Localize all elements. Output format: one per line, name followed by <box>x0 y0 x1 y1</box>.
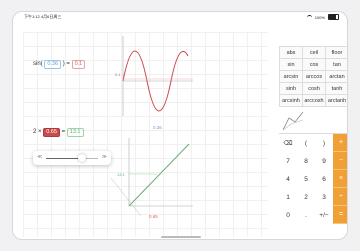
slider-knob[interactable] <box>78 154 87 162</box>
keypad-key[interactable]: ⌫ <box>279 134 297 152</box>
slider-track[interactable] <box>46 157 98 159</box>
tablet-screen: 下午1:12 4月6日周三 100% sin( 0.36 ) = 0.1 0.1… <box>12 11 348 240</box>
linear-expression[interactable]: 2 × 0.65 = 13.1 <box>33 128 84 137</box>
equals-sign-2: = <box>61 129 66 135</box>
connector-line <box>110 177 142 217</box>
function-key-cosh[interactable]: cosh <box>303 83 326 95</box>
function-key-arcsinh[interactable]: arcsinh <box>280 95 303 107</box>
function-key-arctanh[interactable]: arctanh <box>326 95 347 107</box>
battery-percent: 100% <box>314 14 325 20</box>
keypad-key[interactable]: 5 <box>297 170 315 188</box>
keypad-key[interactable]: 3 <box>315 188 333 206</box>
sin-expression[interactable]: sin( 0.36 ) = 0.1 <box>33 60 86 69</box>
slider-fill <box>46 157 83 159</box>
value-slider-popup[interactable]: ≪ ≫ <box>33 151 111 165</box>
graph-thumbnail[interactable] <box>279 107 347 134</box>
function-grid: abs ceil floor sin cos tan arcsin arccos arctan s… <box>279 46 347 107</box>
status-time: 下午1:12 4月6日周三 <box>24 14 61 20</box>
operator-key[interactable]: = <box>333 206 347 224</box>
function-key-cos[interactable]: cos <box>303 59 326 71</box>
function-key-arctan[interactable]: arctan <box>326 71 347 83</box>
increase-icon[interactable]: ≫ <box>102 154 107 160</box>
keypad-key[interactable]: 7 <box>279 152 297 170</box>
function-key-floor[interactable]: floor <box>326 47 347 59</box>
coefficient: 2 <box>33 129 37 135</box>
status-bar: 下午1:12 4月6日周三 100% <box>13 12 347 21</box>
x-tick-label-2: 0.65 <box>149 214 158 219</box>
function-key-abs[interactable]: abs <box>280 47 303 59</box>
linear-line <box>128 143 190 207</box>
date-text: 4月6日周三 <box>40 14 62 19</box>
times-sign: × <box>38 129 42 135</box>
sine-graph[interactable]: 0.1 0.36 <box>113 36 193 136</box>
status-right: 100% <box>306 14 339 20</box>
wifi-icon <box>306 14 312 20</box>
keypad-key[interactable]: +/− <box>315 206 333 224</box>
keypad-key[interactable]: 4 <box>279 170 297 188</box>
keypad-key[interactable]: ( <box>297 134 315 152</box>
function-key-sinh[interactable]: sinh <box>280 83 303 95</box>
keypad-key[interactable]: 2 <box>297 188 315 206</box>
battery-icon <box>328 14 339 20</box>
y-tick-label: 0.1 <box>115 72 121 77</box>
keypad-key[interactable]: ) <box>315 134 333 152</box>
home-indicator <box>161 236 201 238</box>
close-paren: ) <box>62 61 65 67</box>
sin-argument-input[interactable]: 0.36 <box>44 60 62 69</box>
function-key-arccosh[interactable]: arccosh <box>303 95 326 107</box>
function-keyboard: abs ceil floor sin cos tan arcsin arccos arctan s… <box>279 46 347 239</box>
keypad-key[interactable]: 8 <box>297 152 315 170</box>
keypad-key[interactable]: 0 <box>279 206 297 224</box>
equals-sign: = <box>66 61 70 67</box>
function-key-sin[interactable]: sin <box>280 59 303 71</box>
device-frame: 下午1:12 4月6日周三 100% sin( 0.36 ) = 0.1 0.1… <box>0 0 360 251</box>
decrease-icon[interactable]: ≪ <box>37 154 42 160</box>
time-text: 下午1:12 <box>24 14 40 19</box>
keypad-key[interactable]: 6 <box>315 170 333 188</box>
keypad-key[interactable]: . <box>297 206 315 224</box>
x-tick-label: 0.36 <box>153 125 162 130</box>
function-key-arccos[interactable]: arccos <box>303 71 326 83</box>
keypad-key[interactable]: 9 <box>315 152 333 170</box>
linear-result: 13.1 <box>66 128 84 137</box>
numeric-keypad: ⌫() +7 8 9− 4 5 6 × 1 2 3 ÷ 0. +/− = <box>279 134 347 224</box>
operator-key[interactable]: × <box>333 170 347 188</box>
function-key-tan[interactable]: tan <box>326 59 347 71</box>
sin-function-label: sin( <box>33 61 43 67</box>
function-key-tanh[interactable]: tanh <box>326 83 347 95</box>
operator-key[interactable]: − <box>333 152 347 170</box>
operator-key[interactable]: + <box>333 134 347 152</box>
keypad-key[interactable]: 1 <box>279 188 297 206</box>
sin-result: 0.1 <box>71 60 86 69</box>
function-key-ceil[interactable]: ceil <box>303 47 326 59</box>
operator-key[interactable]: ÷ <box>333 188 347 206</box>
linear-argument-input[interactable]: 0.65 <box>43 128 60 137</box>
linear-graph[interactable]: 13.1 0.65 <box>109 136 195 226</box>
y-tick-label-2: 13.1 <box>117 172 126 177</box>
thumbnail-icon <box>282 111 304 131</box>
function-key-arcsin[interactable]: arcsin <box>280 71 303 83</box>
